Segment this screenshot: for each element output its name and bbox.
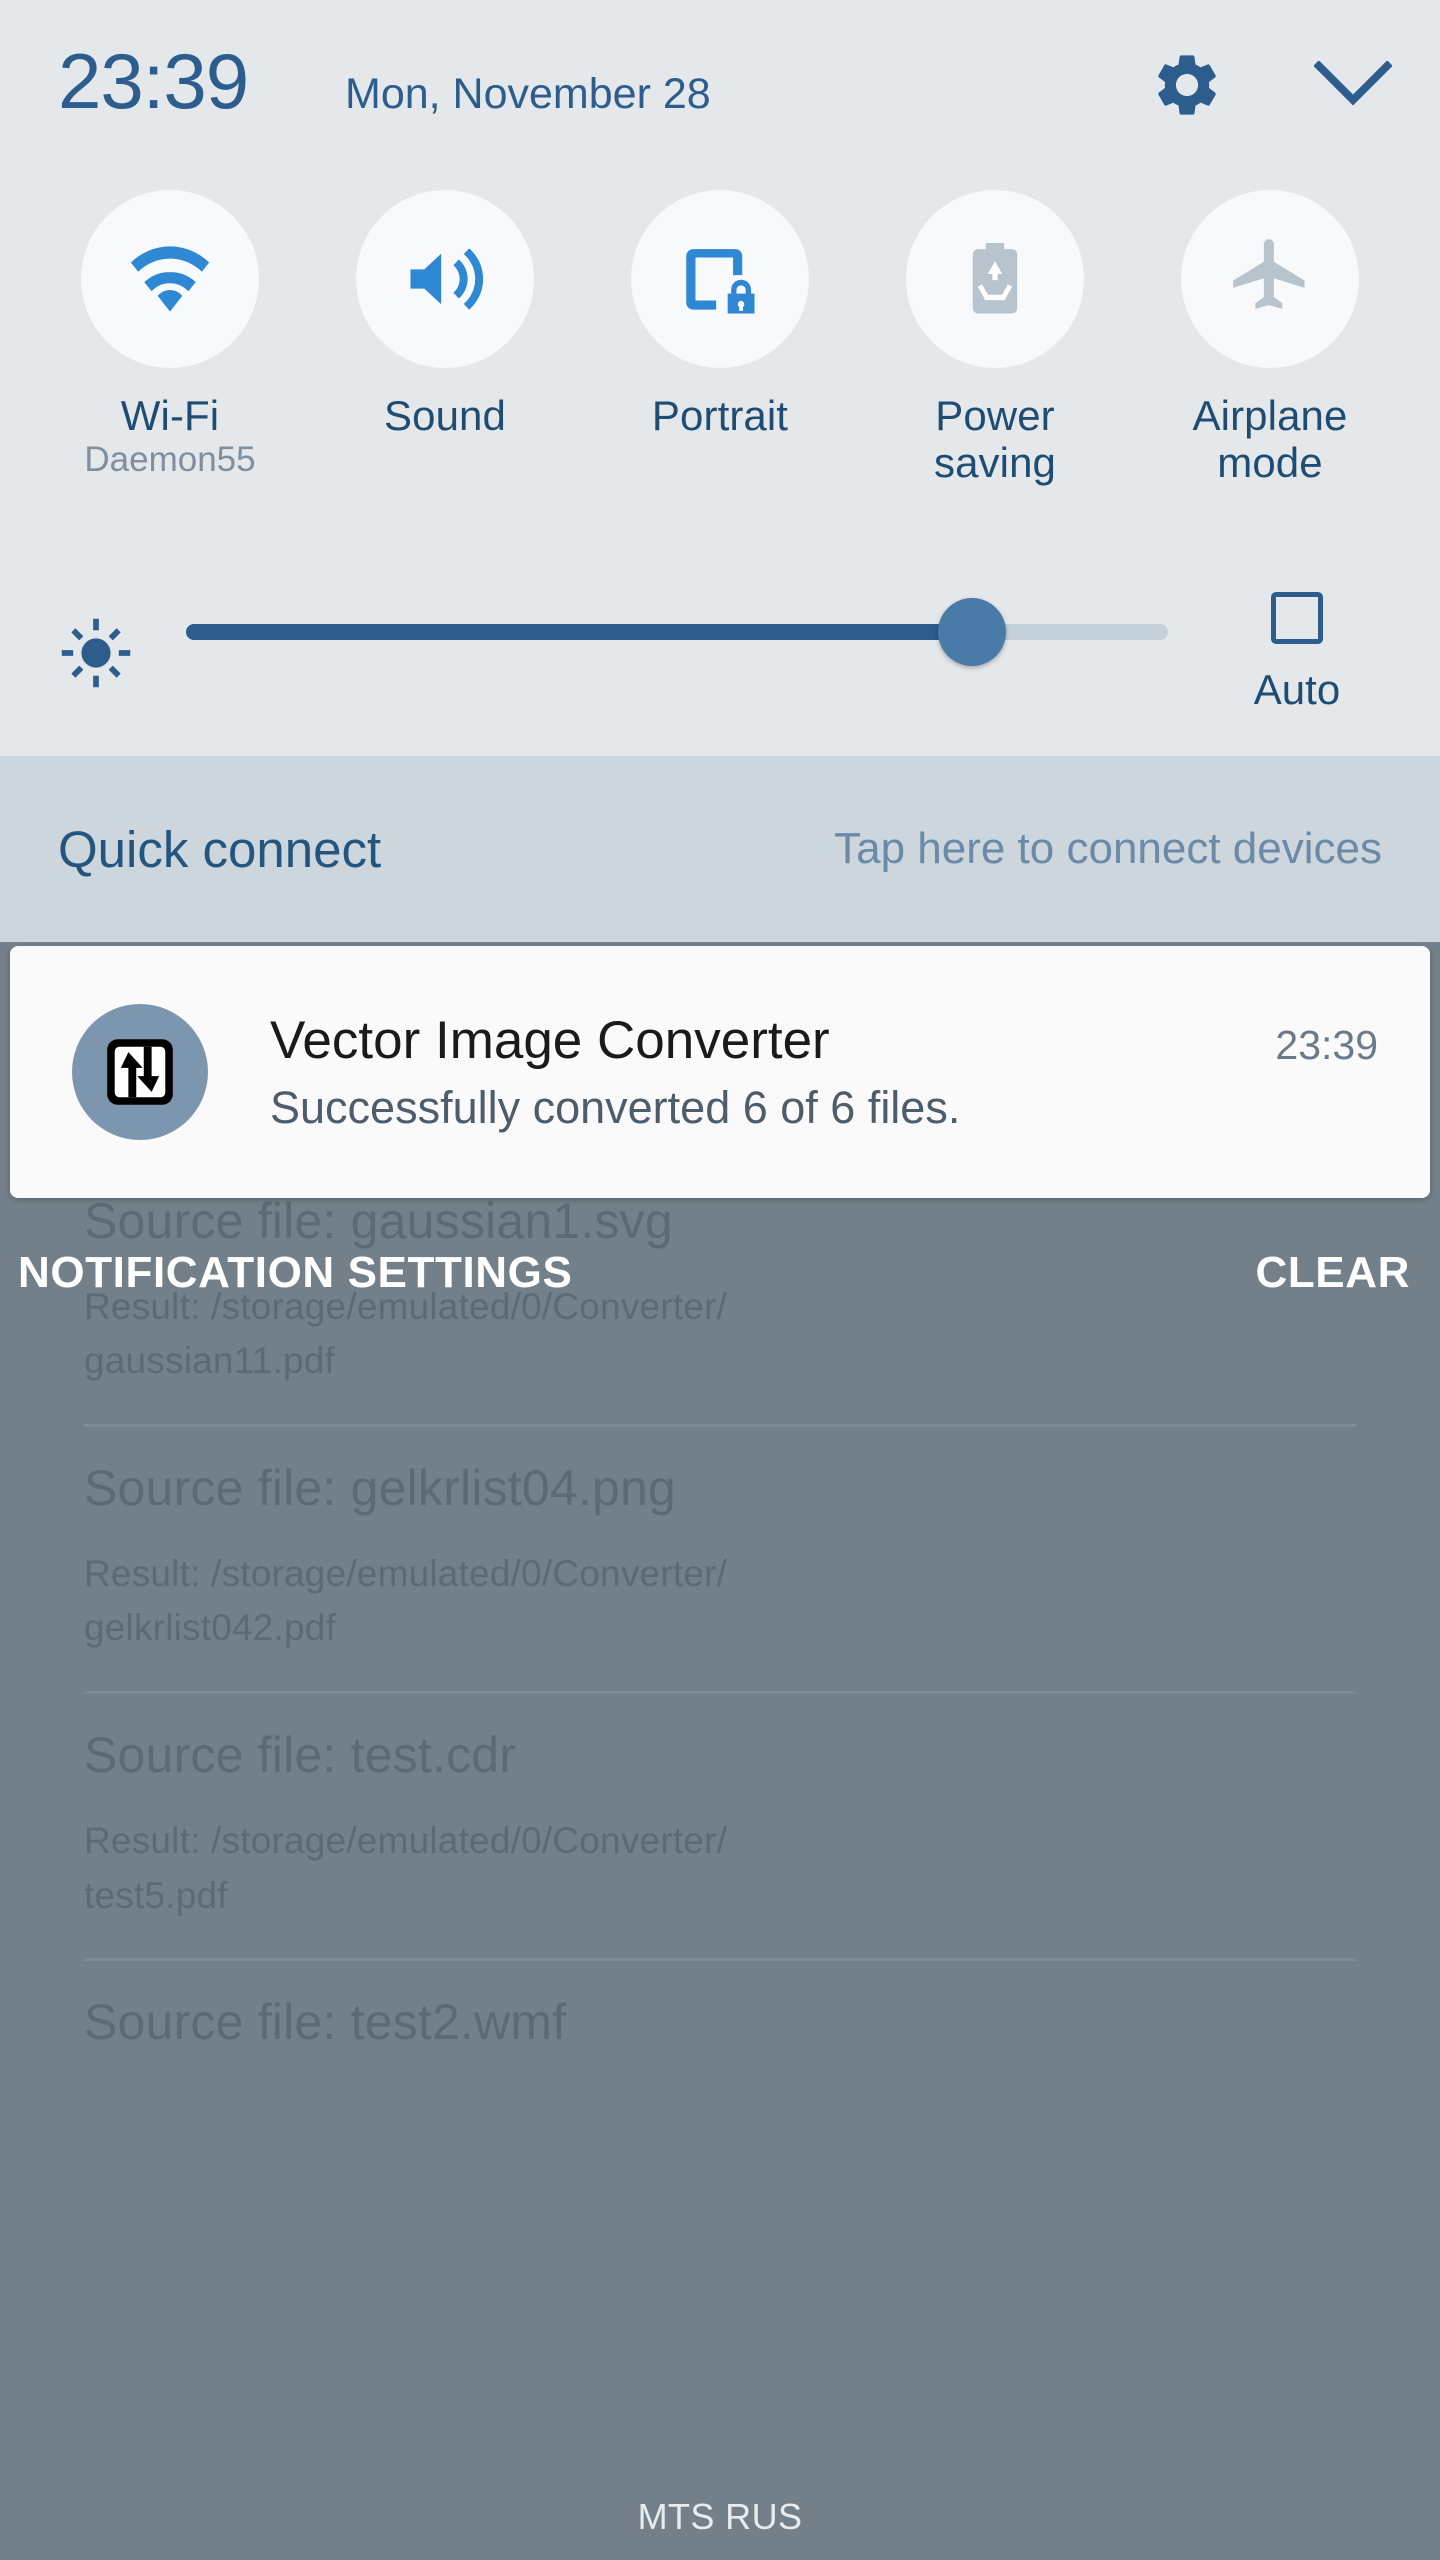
toggle-circle [906,190,1084,368]
slider-fill [186,624,972,640]
airplane-icon [1233,239,1305,309]
auto-brightness-checkbox[interactable] [1271,592,1323,644]
toggle-label: Sound [384,392,506,439]
sound-icon [410,248,484,310]
conversion-entry: Source file: test2.wmf [84,1961,1356,2054]
quick-connect-bar[interactable]: Quick connect Tap here to connect device… [0,756,1440,942]
result-path-line1: Result: /storage/emulated/0/Converter/ [84,1552,728,1594]
result-path-line2: test5.pdf [84,1874,228,1916]
date-label: Mon, November 28 [345,70,711,118]
clock: 23:39 [58,37,249,125]
toggle-label: Portrait [651,392,789,439]
brightness-row: Auto [0,590,1440,756]
power-saving-icon [972,242,1018,314]
result-path-line2: gaussian11.pdf [84,1340,336,1382]
conversion-entry: Source file: test.cdr Result: /storage/e… [84,1694,1356,1962]
toggle-sound[interactable]: Sound [325,190,565,490]
toggle-circle [356,190,534,368]
notification-time: 23:39 [1275,1022,1378,1068]
toggle-portrait[interactable]: Portrait [600,190,840,490]
source-file-label: Source file: gelkrlist04.png [84,1460,677,1517]
toggle-airplane-mode[interactable]: Airplane mode [1150,190,1390,490]
background-app-content: g3451.pdf Source file: gaussian1.svg Res… [0,1123,1440,2560]
toggle-wifi[interactable]: Wi-Fi Daemon55 [50,190,290,490]
toggle-circle [1181,190,1359,368]
notification-card[interactable]: Vector Image Converter Successfully conv… [10,946,1430,1198]
chevron-down-icon[interactable] [1313,60,1393,114]
quick-connect-hint[interactable]: Tap here to connect devices [834,824,1382,874]
vector-converter-icon [107,1039,173,1105]
carrier-label: MTS RUS [637,2496,803,2537]
notification-settings-button[interactable]: NOTIFICATION SETTINGS [18,1248,572,1298]
rotation-lock-icon [686,249,755,314]
notification-body: Vector Image Converter Successfully conv… [208,1010,1275,1133]
slider-thumb[interactable] [937,598,1006,666]
clear-button[interactable]: CLEAR [1255,1248,1422,1298]
avatar [72,1004,208,1140]
quick-toggle-row: Wi-Fi Daemon55 Sound Portrait Power savi… [0,190,1440,490]
source-file-label: Source file: test.cdr [84,1727,517,1784]
wifi-icon [130,246,210,312]
quick-connect-title: Quick connect [58,820,382,878]
toggle-label: Wi-Fi [120,392,220,439]
notification-title: Vector Image Converter [270,1010,830,1070]
conversion-entry: Source file: gelkrlist04.png Result: /st… [84,1427,1356,1695]
result-path-line2: gelkrlist042.pdf [84,1607,337,1649]
result-path-line1: Result: /storage/emulated/0/Converter/ [84,1819,728,1861]
source-file-label: Source file: test2.wmf [84,1994,567,2051]
toggle-sublabel: Daemon55 [84,440,256,479]
notification-shade-screen: g3451.pdf Source file: gaussian1.svg Res… [0,0,1440,2560]
toggle-power-saving[interactable]: Power saving [875,190,1115,490]
quick-settings-panel: 23:39 Mon, November 28 Wi-Fi Daemon55 So… [0,0,1440,756]
brightness-slider[interactable] [186,590,1168,676]
auto-brightness-label: Auto [1253,666,1341,713]
gear-icon[interactable] [1150,48,1224,127]
toggle-circle [81,190,259,368]
header-icon-group [1150,48,1393,127]
status-header: 23:39 Mon, November 28 [0,0,1440,190]
notification-action-bar: NOTIFICATION SETTINGS CLEAR [0,1232,1440,1314]
toggle-circle [631,190,809,368]
notification-text: Successfully converted 6 of 6 files. [270,1081,961,1133]
brightness-icon [58,615,134,696]
toggle-label: Power saving [933,392,1056,487]
auto-brightness-control[interactable]: Auto [1212,590,1382,714]
toggle-label: Airplane mode [1192,392,1348,487]
